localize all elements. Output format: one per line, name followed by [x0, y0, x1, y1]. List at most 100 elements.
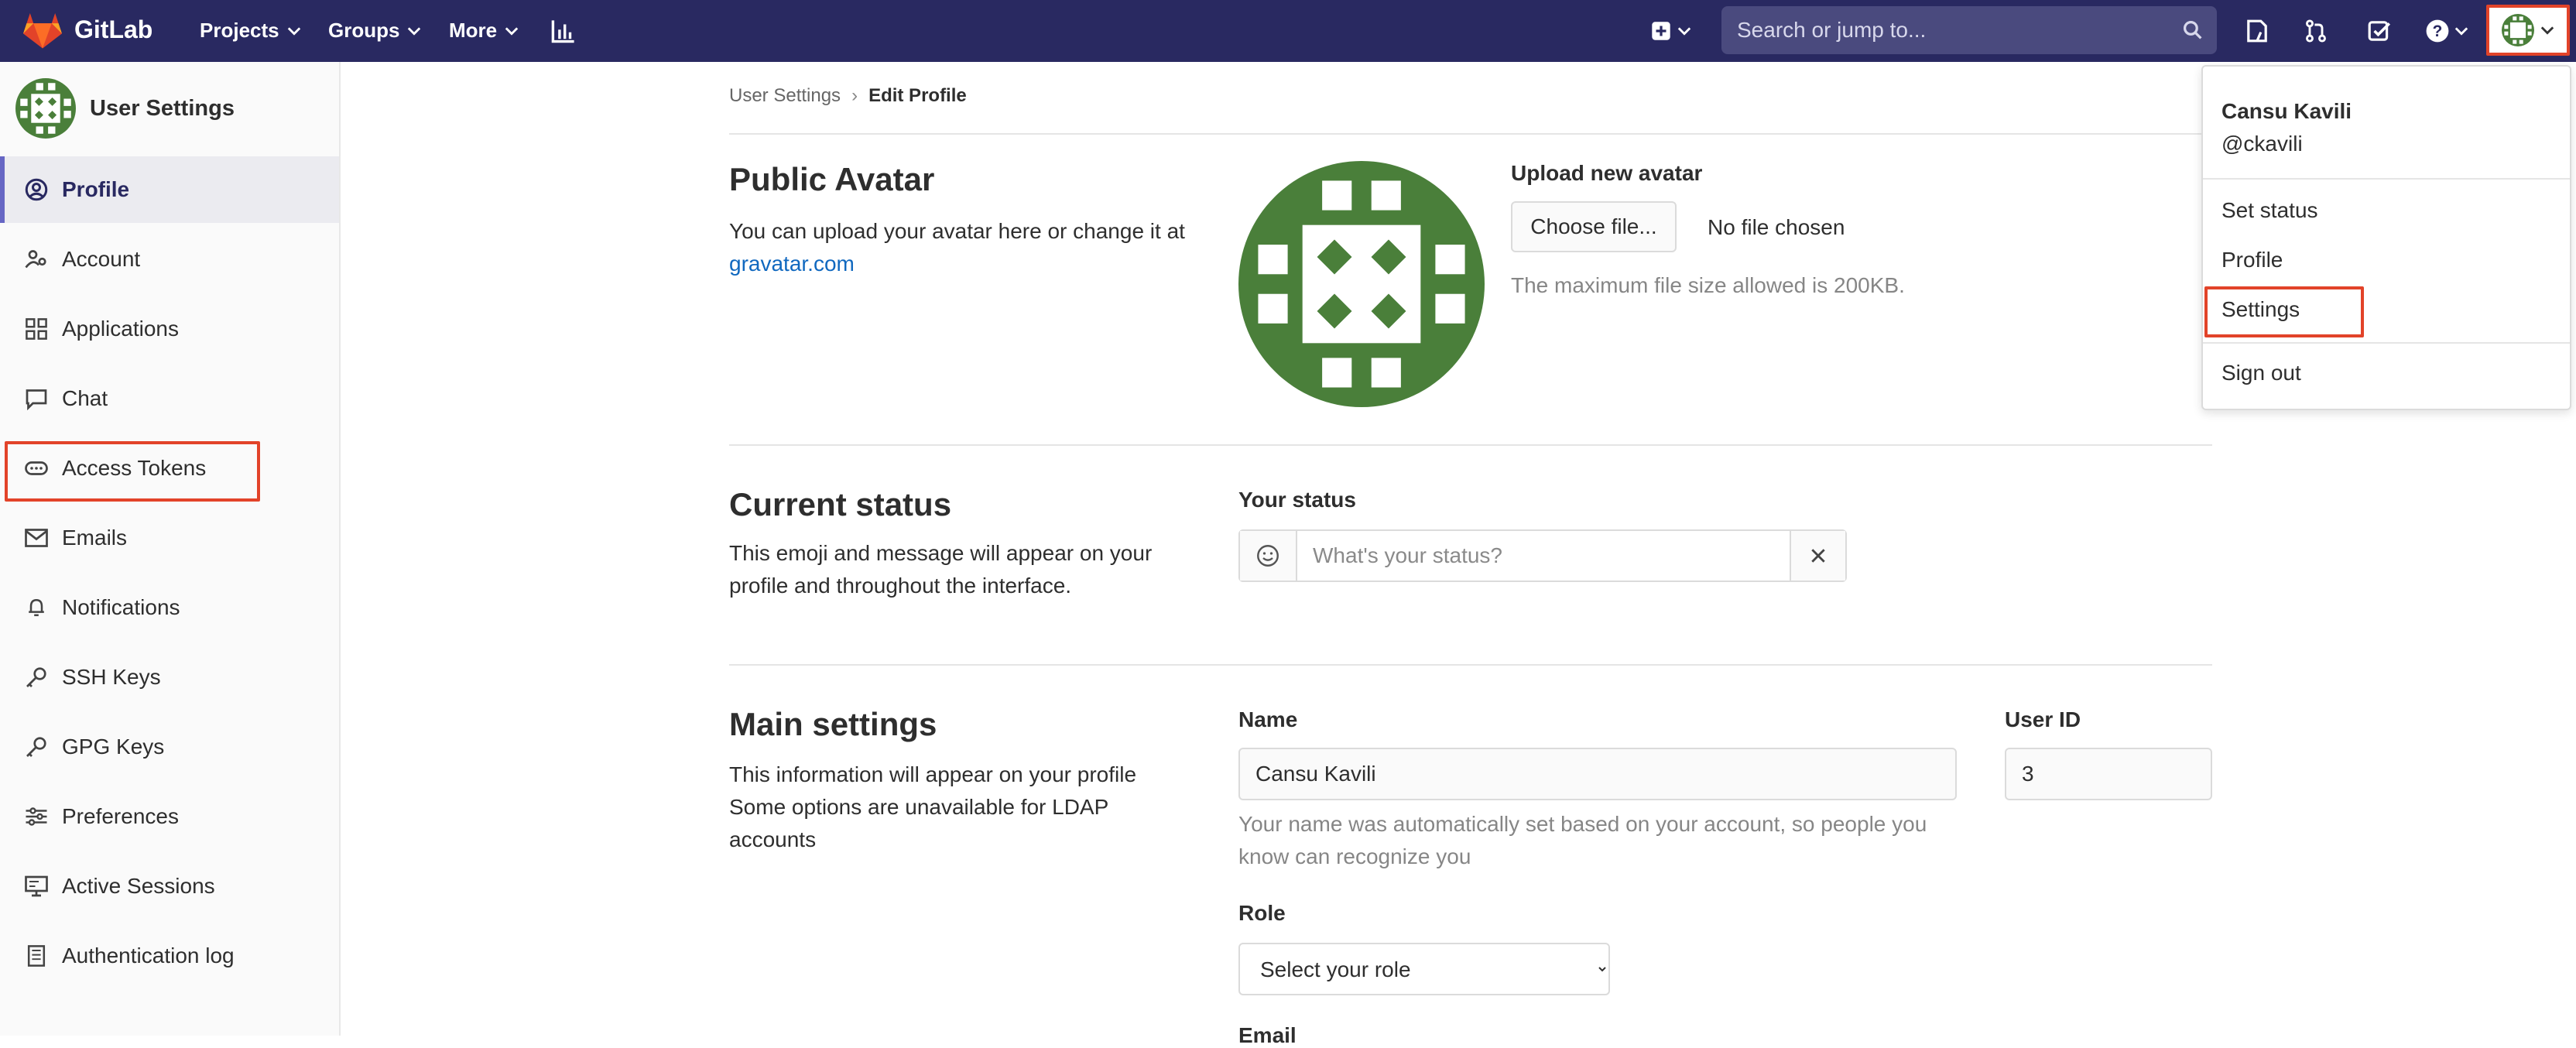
projects-menu-label: Projects	[200, 19, 279, 42]
gitlab-brand[interactable]: GitLab	[74, 15, 152, 44]
status-message-input[interactable]	[1297, 531, 1790, 581]
breadcrumb-user-settings[interactable]: User Settings	[729, 85, 841, 107]
groups-menu-label: Groups	[328, 19, 400, 42]
divider	[729, 444, 2212, 446]
sidebar-item-label: Access Tokens	[62, 456, 207, 480]
new-item-dropdown[interactable]	[1644, 15, 1698, 46]
user-avatar	[15, 78, 76, 139]
sidebar-item-label: Chat	[62, 386, 108, 410]
issues-icon[interactable]	[2242, 15, 2273, 46]
dropdown-divider	[2203, 342, 2570, 344]
current-status-title: Current status	[729, 486, 952, 522]
sidebar-item-label: Applications	[62, 317, 179, 341]
svg-text:?: ?	[2433, 22, 2443, 40]
sidebar-item-emails[interactable]: Emails	[0, 505, 339, 571]
choose-file-button[interactable]: Choose file...	[1511, 201, 1677, 252]
avatar-icon	[2502, 14, 2534, 46]
sidebar-item-ssh-keys[interactable]: SSH Keys	[0, 644, 339, 711]
sidebar-item-access-tokens[interactable]: Access Tokens	[0, 435, 339, 502]
chevron-down-icon	[287, 26, 300, 36]
more-menu[interactable]: More	[449, 19, 519, 43]
sidebar-item-chat[interactable]: Chat	[0, 365, 339, 432]
name-field[interactable]	[1238, 748, 1957, 800]
sidebar-item-authentication-log[interactable]: Authentication log	[0, 923, 339, 989]
chevron-down-icon	[505, 26, 519, 36]
name-help: Your name was automatically set based on…	[1238, 812, 1927, 868]
email-label: Email	[1238, 1023, 1297, 1047]
dropdown-divider	[2203, 178, 2570, 180]
bell-icon	[23, 594, 50, 621]
key-icon	[23, 664, 50, 690]
chevron-down-icon	[408, 26, 421, 36]
search-input[interactable]	[1735, 17, 2183, 43]
sidebar-item-label: Authentication log	[62, 944, 235, 968]
activity-chart-icon[interactable]	[548, 15, 579, 46]
chevron-down-icon	[2454, 27, 2468, 36]
chevron-down-icon	[1677, 27, 1691, 36]
your-status-label: Your status	[1238, 488, 1356, 512]
search-box[interactable]	[1721, 6, 2217, 54]
monitor-icon	[23, 873, 50, 899]
sidebar-item-account[interactable]: Account	[0, 226, 339, 293]
sidebar-item-label: Emails	[62, 526, 128, 550]
max-size-help: The maximum file size allowed is 200KB.	[1511, 273, 1905, 297]
emoji-picker-button[interactable]	[1240, 531, 1297, 581]
applications-icon	[23, 316, 50, 342]
main-settings-title: Main settings	[729, 706, 937, 742]
main-settings-description: This information will appear on your pro…	[729, 759, 1186, 856]
sidebar-item-label: Profile	[62, 177, 130, 201]
sidebar-item-label: SSH Keys	[62, 665, 161, 689]
sidebar-header[interactable]: User Settings	[15, 77, 235, 139]
search-icon	[2183, 20, 2202, 39]
merge-request-icon[interactable]	[2300, 15, 2331, 46]
profile-icon	[23, 176, 50, 203]
projects-menu[interactable]: Projects	[200, 19, 301, 43]
close-icon	[1811, 549, 1825, 563]
mail-icon	[23, 525, 50, 551]
help-icon: ?	[2426, 19, 2449, 43]
set-status-menu-item[interactable]: Set status	[2221, 198, 2318, 223]
main-settings-desc-line1: This information will appear on your pro…	[729, 762, 1137, 786]
main-settings-desc-line2: Some options are unavailable for LDAP ac…	[729, 795, 1108, 851]
sidebar-title: User Settings	[90, 95, 235, 121]
name-label: Name	[1238, 707, 1298, 731]
help-dropdown[interactable]: ?	[2420, 15, 2474, 46]
no-file-chosen-text: No file chosen	[1708, 215, 1845, 239]
settings-menu-item[interactable]: Settings	[2221, 297, 2300, 322]
chat-icon	[23, 385, 50, 412]
sidebar-item-preferences[interactable]: Preferences	[0, 783, 339, 850]
dropdown-username[interactable]: @ckavili	[2221, 132, 2303, 156]
groups-menu[interactable]: Groups	[328, 19, 421, 43]
todo-check-icon[interactable]	[2364, 15, 2395, 46]
key-icon	[23, 734, 50, 760]
chevron-down-icon	[2540, 26, 2554, 35]
sidebar-item-gpg-keys[interactable]: GPG Keys	[0, 714, 339, 780]
role-select[interactable]: Select your role	[1238, 943, 1610, 995]
current-status-description: This emoji and message will appear on yo…	[729, 541, 1153, 598]
gitlab-logo-icon[interactable]	[22, 11, 63, 50]
sidebar-item-notifications[interactable]: Notifications	[0, 574, 339, 641]
public-avatar-description: You can upload your avatar here or chang…	[729, 215, 1194, 280]
public-avatar-title: Public Avatar	[729, 161, 935, 197]
breadcrumb-separator-icon: ›	[851, 85, 858, 106]
dropdown-user-name[interactable]: Cansu Kavili	[2221, 99, 2352, 124]
breadcrumb: User Settings › Edit Profile	[729, 85, 967, 107]
profile-menu-item[interactable]: Profile	[2221, 248, 2283, 272]
token-icon	[23, 455, 50, 481]
sign-out-menu-item[interactable]: Sign out	[2221, 361, 2301, 385]
sidebar-item-label: Active Sessions	[62, 874, 215, 898]
user-avatar-button[interactable]	[2486, 5, 2570, 56]
user-id-field[interactable]	[2005, 748, 2212, 800]
log-icon	[23, 943, 50, 969]
preferences-icon	[23, 803, 50, 830]
avatar-desc-text: You can upload your avatar here or chang…	[729, 219, 1185, 243]
smiley-icon	[1257, 545, 1279, 567]
clear-status-button[interactable]	[1790, 531, 1845, 581]
sidebar-item-active-sessions[interactable]: Active Sessions	[0, 853, 339, 920]
sidebar-item-applications[interactable]: Applications	[0, 296, 339, 362]
sidebar-item-profile[interactable]: Profile	[0, 156, 339, 223]
sidebar-item-label: Preferences	[62, 804, 179, 828]
gravatar-link[interactable]: gravatar.com	[729, 252, 855, 276]
status-input-group	[1238, 529, 1847, 582]
role-label: Role	[1238, 901, 1286, 925]
